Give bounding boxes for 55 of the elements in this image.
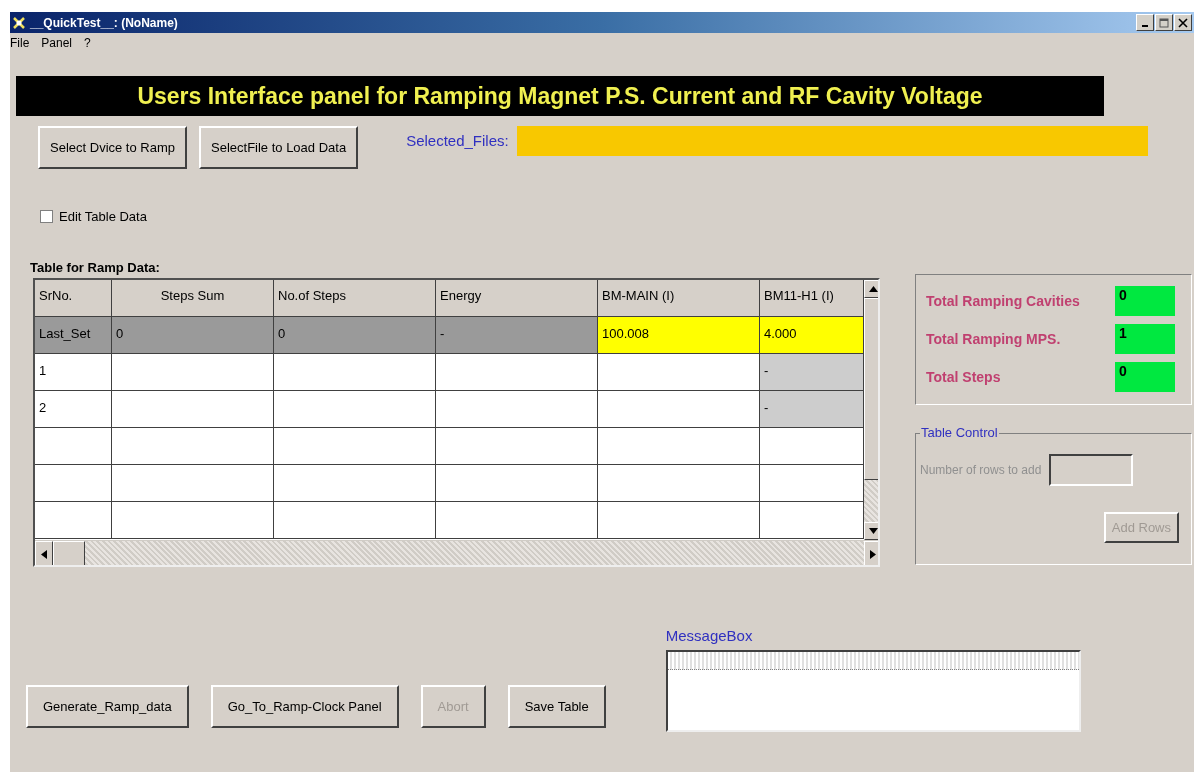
column-header[interactable]: BM-MAIN (I) bbox=[598, 280, 760, 317]
group-title: Table Control bbox=[920, 425, 999, 440]
close-icon bbox=[1178, 17, 1188, 28]
total-label: Total Ramping MPS. bbox=[926, 331, 1062, 347]
down-arrow-icon bbox=[868, 528, 878, 534]
right-arrow-icon bbox=[870, 549, 876, 559]
maximize-button[interactable] bbox=[1155, 14, 1173, 31]
action-button[interactable]: Go_To_Ramp-Clock Panel bbox=[210, 685, 399, 728]
selected-files-field[interactable] bbox=[516, 126, 1148, 156]
maximize-icon bbox=[1159, 17, 1169, 28]
action-button[interactable]: SelectFile to Load Data bbox=[199, 126, 359, 169]
message-box-label: MessageBox bbox=[665, 627, 754, 644]
action-button[interactable]: Generate_Ramp_data bbox=[26, 685, 189, 728]
column-header[interactable]: Steps Sum bbox=[112, 280, 274, 317]
menu-item[interactable]: ? bbox=[84, 36, 91, 54]
total-value: 0 bbox=[1115, 286, 1175, 316]
scroll-thumb[interactable] bbox=[53, 541, 85, 565]
app-icon bbox=[12, 15, 26, 30]
table-cell: 100.008 bbox=[598, 317, 760, 354]
edit-table-checkbox[interactable]: Edit Table Data bbox=[40, 209, 147, 224]
scroll-thumb[interactable] bbox=[864, 298, 878, 480]
table-cell: 4.000 bbox=[760, 317, 864, 354]
total-value: 1 bbox=[1115, 324, 1175, 354]
column-header[interactable]: SrNo. bbox=[35, 280, 112, 317]
menu-item[interactable]: File bbox=[10, 36, 30, 54]
minimize-icon bbox=[1142, 25, 1148, 27]
panel-banner: Users Interface panel for Ramping Magnet P.S. Current and RF Cavity Voltage bbox=[16, 76, 1104, 116]
table-cell: - bbox=[760, 354, 864, 391]
rows-to-add-field[interactable] bbox=[1049, 454, 1134, 486]
table-cell: - bbox=[760, 391, 864, 428]
menu-item[interactable]: Panel bbox=[41, 36, 73, 54]
table-cell: 2 bbox=[35, 391, 112, 428]
message-box[interactable] bbox=[665, 650, 1081, 732]
column-header[interactable]: Energy bbox=[436, 280, 598, 317]
total-label: Total Steps bbox=[926, 369, 1002, 385]
up-arrow-icon bbox=[868, 286, 878, 292]
table-cell: Last_Set bbox=[35, 317, 112, 354]
action-button[interactable]: Save Table bbox=[507, 685, 606, 728]
table-cell: - bbox=[436, 317, 598, 354]
action-button[interactable]: Select Dvice to Ramp bbox=[38, 126, 187, 169]
table-title: Table for Ramp Data: bbox=[30, 260, 161, 277]
rows-to-add-label: Number of rows to add bbox=[920, 463, 1042, 477]
left-arrow-icon bbox=[41, 549, 47, 559]
window-title: __QuickTest__: (NoName) bbox=[30, 15, 178, 30]
table-cell: 1 bbox=[35, 354, 112, 391]
selected-files-label: Selected_Files: bbox=[406, 132, 509, 149]
table-cell: 0 bbox=[112, 317, 274, 354]
total-label: Total Ramping Cavities bbox=[926, 293, 1081, 309]
minimize-button[interactable] bbox=[1136, 14, 1154, 31]
column-header[interactable]: BM11-H1 (I) bbox=[760, 280, 864, 317]
close-button[interactable] bbox=[1174, 14, 1192, 31]
column-header[interactable]: No.of Steps bbox=[274, 280, 436, 317]
table-cell: 0 bbox=[274, 317, 436, 354]
vertical-scrollbar[interactable] bbox=[864, 280, 878, 540]
total-value: 0 bbox=[1115, 362, 1175, 392]
